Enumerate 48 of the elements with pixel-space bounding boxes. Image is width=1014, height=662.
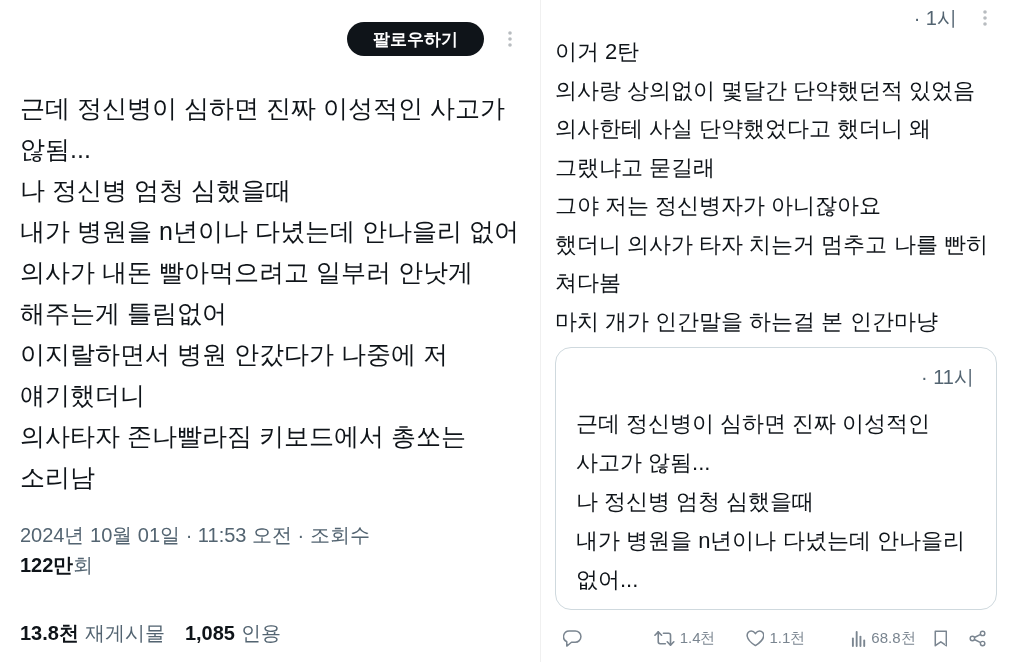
views-button[interactable]: 68.8천 (851, 628, 916, 648)
quoted-text-line: 나 정신병 엄청 심했을때 (576, 488, 815, 516)
quoted-text-line: 사고가 않됨... (576, 449, 711, 477)
bookmark-button[interactable] (933, 629, 948, 647)
repost-arrows-icon (653, 629, 675, 647)
post-text-line: 나 정신병 엄청 심했을때 (20, 175, 291, 206)
post-text-line: 근데 정신병이 심하면 진짜 이성적인 사고가 (20, 93, 505, 124)
post-text-line: 내가 병원을 n년이나 다녔는데 안나을리 없어 (20, 216, 519, 247)
stat-count: 1,085 (184, 621, 235, 646)
post-text-line: 해주는게 틀림없어 (20, 298, 227, 329)
speech-bubble-icon (563, 629, 582, 647)
post-text-line: 이거 2탄 (555, 38, 640, 66)
more-options-icon[interactable] (508, 31, 512, 47)
bookmark-icon (933, 629, 948, 647)
heart-icon (745, 629, 765, 647)
repost-button[interactable]: 1.4천 (653, 628, 716, 648)
like-button[interactable]: 1.1천 (745, 628, 806, 648)
post-text-line: 의사타자 존나빨라짐 키보드에서 총쏘는 (20, 421, 466, 452)
quoted-post-time: · 11시 (921, 364, 974, 390)
post-timestamp: 2024년 10월 01일 · 11:53 오전 · 조회수 (20, 523, 370, 548)
stat-label: 재게시물 (84, 621, 165, 646)
post-text-line: 소리남 (20, 462, 95, 493)
more-options-icon[interactable] (983, 10, 987, 26)
post-text-line: 마치 개가 인간말을 하는걸 본 인간마냥 (555, 307, 938, 336)
share-icon (969, 629, 987, 647)
follow-button[interactable]: 팔로우하기 (347, 22, 484, 56)
post-text-line: 의사가 내돈 빨아먹으려고 일부러 안낫게 (20, 257, 473, 288)
quoted-text-line: 근데 정신병이 심하면 진짜 이성적인 (576, 410, 931, 438)
stat-count: 13.8천 (20, 621, 79, 646)
view-count: 122만 (20, 553, 74, 578)
post-text-line: 그야 저는 정신병자가 아니잖아요 (555, 192, 882, 220)
post-text-line: 이지랄하면서 병원 안갔다가 나중에 저 (20, 339, 448, 370)
stat-label: 인용 (241, 621, 281, 646)
post-text-line: 얘기했더니 (20, 380, 145, 411)
bar-chart-icon (851, 629, 867, 647)
quoted-text-line: 내가 병원을 n년이나 다녔는데 안나을리 (576, 527, 965, 555)
view-count-unit: 회 (73, 553, 94, 578)
quoted-text-line: 없어... (576, 566, 639, 594)
post-text-line: 않됨... (20, 134, 91, 165)
post-time: · 1시 (913, 5, 957, 31)
reply-button[interactable] (563, 629, 582, 647)
share-button[interactable] (969, 629, 987, 647)
post-text-line: 쳐다봄 (555, 269, 621, 297)
post-text-line: 했더니 의사가 타자 치는거 멈추고 나를 빤히 (555, 230, 988, 259)
post-text-line: 의사한테 사실 단약했었다고 했더니 왜 (555, 115, 932, 143)
post-text-line: 그랬냐고 묻길래 (555, 153, 716, 182)
quoted-post-card[interactable]: · 11시 근데 정신병이 심하면 진짜 이성적인 사고가 않됨... 나 정신병 엄청 심했을때 내가 병원을 n년이나 다녔는데 안나을리 없어... (555, 347, 997, 610)
post-text-line: 의사랑 상의없이 몇달간 단약했던적 있었음 (555, 76, 976, 105)
